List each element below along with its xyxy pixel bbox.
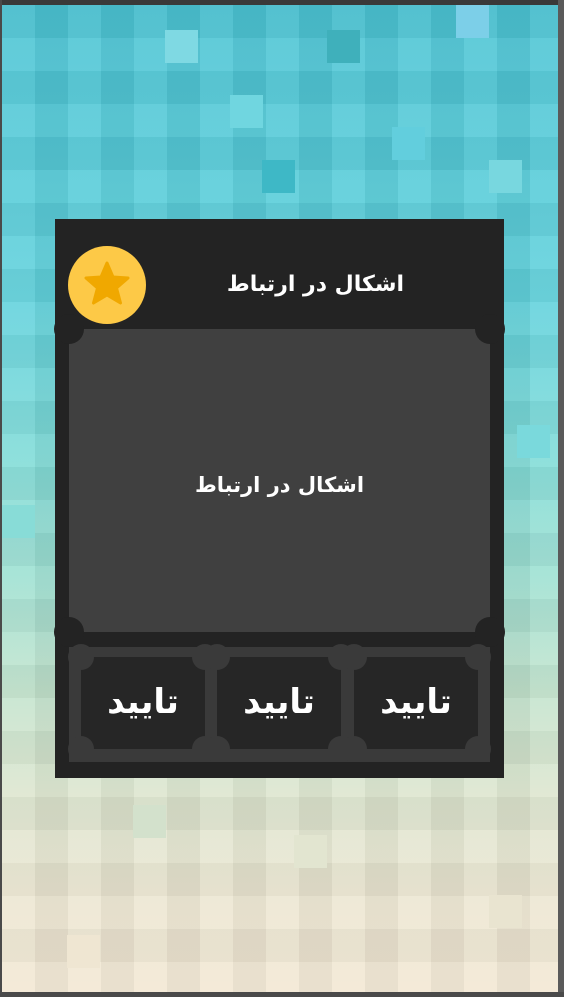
dialog-title: اشکال در ارتباط (226, 272, 404, 297)
button-bar: تایید تایید تایید (68, 644, 491, 762)
star-badge (68, 246, 146, 324)
error-dialog: اشکال در ارتباط اشکال در ارتباط تایید تا… (54, 219, 505, 778)
confirm-button-right-label: تایید (380, 682, 452, 722)
confirm-button-middle-label: تایید (243, 682, 315, 722)
confirm-button-left[interactable]: تایید (68, 644, 218, 762)
editor-scrollbar[interactable] (558, 0, 564, 997)
confirm-button-right[interactable]: تایید (341, 644, 491, 762)
star-icon (84, 261, 130, 305)
confirm-button-middle[interactable]: تایید (204, 644, 354, 762)
dialog-message: اشکال در ارتباط (194, 473, 365, 497)
editor-bottom-bar (0, 992, 564, 997)
message-panel: اشکال در ارتباط (54, 314, 505, 647)
confirm-button-left-label: تایید (107, 682, 179, 722)
